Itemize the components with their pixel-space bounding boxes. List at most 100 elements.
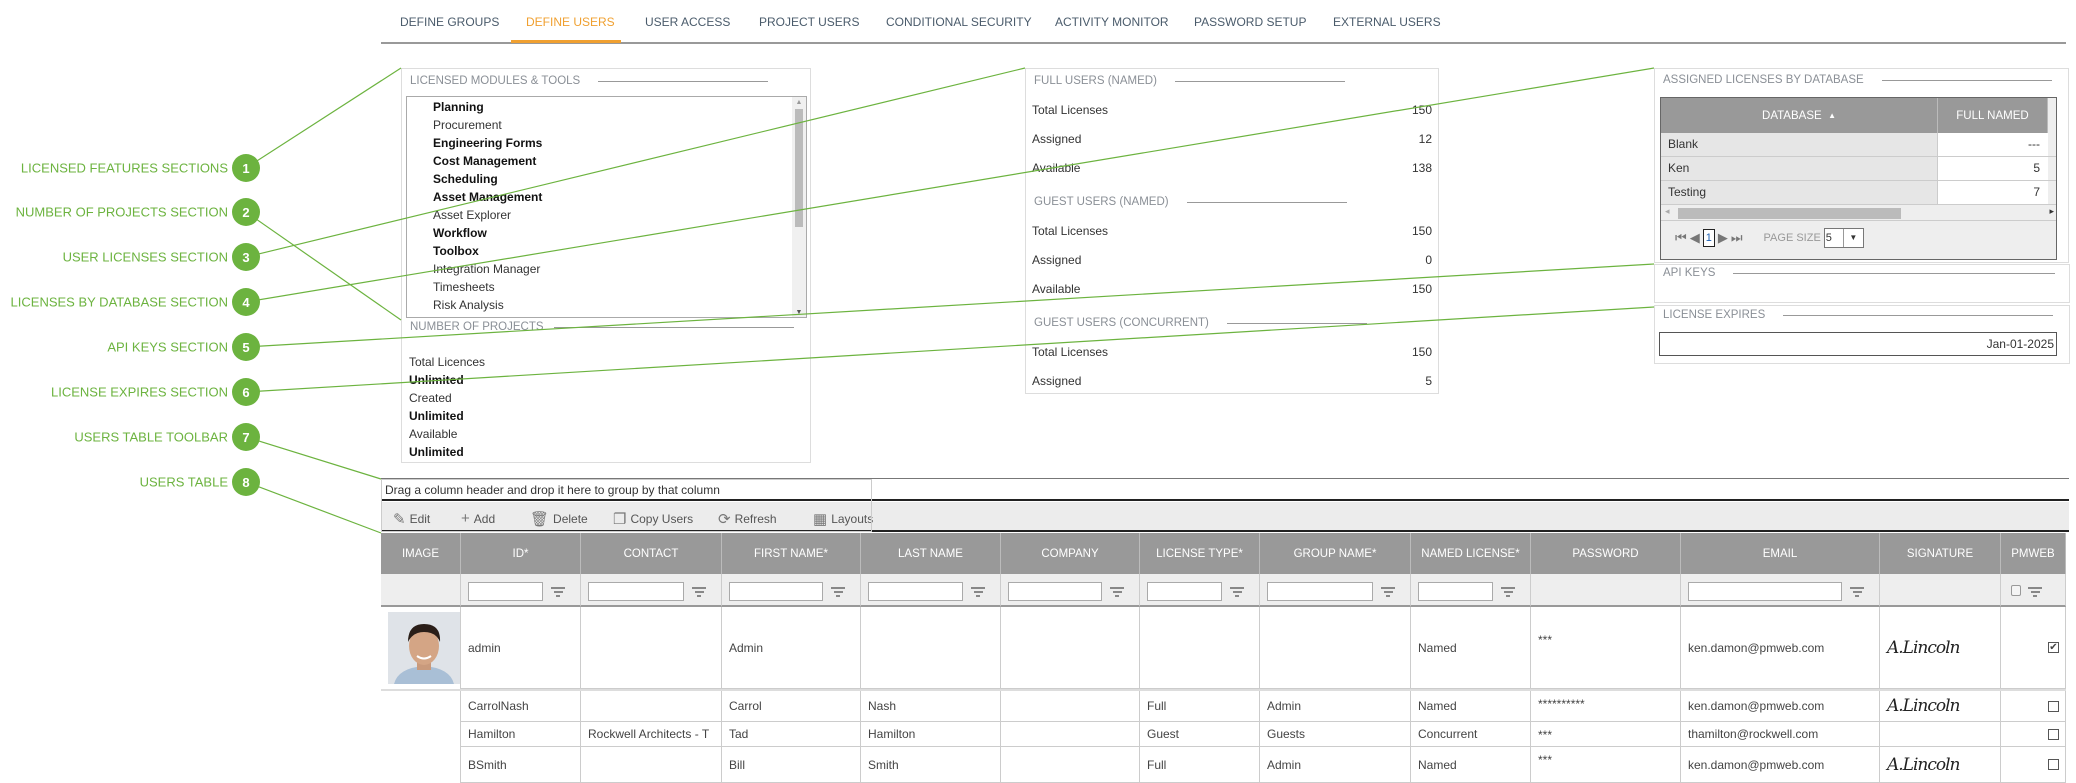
filter-icon[interactable] — [2028, 587, 2042, 599]
filter-icon[interactable] — [1381, 587, 1395, 599]
column-header-company[interactable]: COMPANY — [1001, 533, 1140, 574]
named-filter-input[interactable] — [1418, 582, 1493, 601]
module-item[interactable]: Cost Management — [407, 152, 792, 170]
add-button[interactable]: + Add — [461, 510, 495, 527]
cell-password: *** — [1531, 607, 1681, 689]
license-expires-field[interactable]: Jan-01-2025 — [1659, 332, 2057, 356]
pmweb-checkbox[interactable]: ✔ — [2048, 642, 2059, 653]
group-by-panel[interactable]: Drag a column header and drop it here to… — [381, 480, 2069, 501]
scroll-thumb[interactable] — [795, 109, 803, 227]
module-item[interactable]: Timesheets — [407, 278, 792, 296]
license_type-filter-input[interactable] — [1147, 582, 1222, 601]
email-filter-input[interactable] — [1688, 582, 1842, 601]
filter-icon[interactable] — [1850, 587, 1864, 599]
module-item[interactable]: Asset Explorer — [407, 206, 792, 224]
table-row[interactable]: admin Admin Named *** ken.damon@pmweb.com A.L… — [381, 607, 2066, 691]
divider — [598, 80, 769, 82]
tab-external-users[interactable]: EXTERNAL USERS — [1333, 15, 1441, 29]
tab-define-users[interactable]: DEFINE USERS — [526, 15, 615, 29]
scroll-right-icon[interactable]: ▸ — [2049, 206, 2054, 217]
scroll-up-icon[interactable]: ▲ — [792, 97, 806, 109]
module-item[interactable]: Procurement — [407, 116, 792, 134]
pmweb-checkbox[interactable] — [2048, 759, 2059, 770]
filter-icon[interactable] — [971, 587, 985, 599]
delete-button[interactable]: 🗑 Delete — [530, 510, 588, 528]
column-header-email[interactable]: EMAIL — [1681, 533, 1880, 574]
filter-icon[interactable] — [1230, 587, 1244, 599]
sort-ascending-icon: ▲ — [1828, 111, 1836, 120]
copy-users-button[interactable]: ❐ Copy Users — [613, 510, 693, 528]
column-header-database[interactable]: DATABASE ▲ — [1661, 98, 1938, 133]
tab-define-groups[interactable]: DEFINE GROUPS — [400, 15, 499, 29]
filter-icon[interactable] — [1110, 587, 1124, 599]
modules-scrollbar[interactable]: ▲ ▼ — [792, 97, 806, 317]
column-header-last[interactable]: LAST NAME — [861, 533, 1001, 574]
column-header-contact[interactable]: CONTACT — [581, 533, 722, 574]
column-header-pmweb[interactable]: PMWEB — [2001, 533, 2066, 574]
column-header-id[interactable]: ID* — [461, 533, 581, 574]
module-item[interactable]: Planning — [407, 98, 792, 116]
tab-conditional-security[interactable]: CONDITIONAL SECURITY — [886, 15, 1032, 29]
module-item[interactable]: Workflow — [407, 224, 792, 242]
first-filter-input[interactable] — [729, 582, 823, 601]
scroll-left-icon[interactable]: ◂ — [1665, 206, 1670, 217]
first-page-icon[interactable]: ⏮ — [1675, 230, 1687, 246]
table-row[interactable]: BSmith Bill Smith Full Admin Named *** ken.damo… — [381, 747, 2066, 783]
module-item[interactable]: Integration Manager — [407, 260, 792, 278]
module-item[interactable]: Engineering Forms — [407, 134, 792, 152]
tab-project-users[interactable]: PROJECT USERS — [759, 15, 859, 29]
scroll-down-icon[interactable]: ▼ — [792, 309, 806, 316]
last-filter-input[interactable] — [868, 582, 963, 601]
database-row[interactable]: Testing 7 — [1661, 181, 2056, 205]
projects-value: Unlimited — [409, 409, 464, 423]
company-filter-input[interactable] — [1008, 582, 1102, 601]
database-row[interactable]: Ken 5 — [1661, 157, 2056, 181]
tab-password-setup[interactable]: PASSWORD SETUP — [1194, 15, 1306, 29]
filter-icon[interactable] — [692, 587, 706, 599]
database-row[interactable]: Blank --- — [1661, 133, 2056, 157]
table-row[interactable]: CarrolNash Carrol Nash Full Admin Named ******… — [381, 691, 2066, 722]
cell-contact: Rockwell Architects - T — [581, 722, 722, 747]
cell-email: ken.damon@pmweb.com — [1681, 747, 1880, 783]
prev-page-icon[interactable]: ◀ — [1690, 230, 1700, 246]
tab-activity-monitor[interactable]: ACTIVITY MONITOR — [1055, 15, 1169, 29]
column-header-license_type[interactable]: LICENSE TYPE* — [1140, 533, 1260, 574]
pmweb-checkbox[interactable] — [2048, 700, 2059, 712]
page-size-select[interactable]: 5 ▼ — [1823, 228, 1864, 248]
module-item[interactable]: Scheduling — [407, 170, 792, 188]
cell-image — [381, 607, 461, 689]
column-header-full-named[interactable]: FULL NAMED — [1938, 98, 2048, 133]
horizontal-scrollbar[interactable]: ◂ ▸ — [1661, 205, 2056, 221]
module-item[interactable]: Asset Management — [407, 188, 792, 206]
cell-email: ken.damon@pmweb.com — [1681, 691, 1880, 722]
column-header-group[interactable]: GROUP NAME* — [1260, 533, 1411, 574]
column-header-password[interactable]: PASSWORD — [1531, 533, 1681, 574]
pmweb-filter-checkbox[interactable] — [2011, 585, 2021, 596]
modules-list[interactable]: Planning Procurement Engineering Forms Cost… — [406, 96, 807, 318]
contact-filter-input[interactable] — [588, 582, 684, 601]
cell-last — [861, 607, 1001, 689]
table-row[interactable]: Hamilton Rockwell Architects - T Tad Hamilt… — [381, 722, 2066, 747]
refresh-button[interactable]: ⟳ Refresh — [718, 510, 777, 528]
pmweb-checkbox[interactable] — [2048, 728, 2059, 740]
tab-user-access[interactable]: USER ACCESS — [645, 15, 730, 29]
group-filter-input[interactable] — [1267, 582, 1373, 601]
id-filter-input[interactable] — [468, 582, 543, 601]
column-header-signature[interactable]: SIGNATURE — [1880, 533, 2001, 574]
next-page-icon[interactable]: ▶ — [1718, 230, 1728, 246]
column-header-image[interactable]: IMAGE — [381, 533, 461, 574]
column-header-first[interactable]: FIRST NAME* — [722, 533, 861, 574]
divider — [1186, 201, 1347, 203]
edit-button[interactable]: ✎ Edit — [393, 510, 430, 528]
filter-icon[interactable] — [551, 587, 565, 599]
column-header-named[interactable]: NAMED LICENSE* — [1411, 533, 1531, 574]
filter-icon[interactable] — [1501, 587, 1515, 599]
scroll-thumb[interactable] — [1678, 208, 1901, 219]
module-item[interactable]: Risk Analysis — [407, 296, 792, 314]
trash-icon: 🗑 — [530, 511, 550, 528]
filter-icon[interactable] — [831, 587, 845, 599]
layouts-button[interactable]: ▦ Layouts — [813, 510, 873, 528]
module-item[interactable]: Toolbox — [407, 242, 792, 260]
current-page[interactable]: 1 — [1702, 229, 1715, 247]
last-page-icon[interactable]: ⏭ — [1731, 230, 1743, 246]
